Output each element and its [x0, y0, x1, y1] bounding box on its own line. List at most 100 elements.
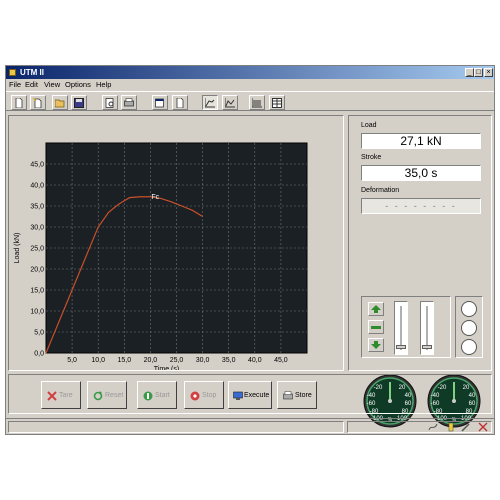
y-tick-label: 0,0 — [34, 351, 44, 358]
maximize-button[interactable]: □ — [474, 68, 483, 77]
folder-open-icon — [55, 99, 65, 108]
slider-track — [426, 306, 428, 350]
close-button[interactable]: × — [484, 68, 493, 77]
x-icon — [47, 391, 57, 401]
stop-label: Stop — [202, 392, 217, 399]
y-tick-label: 25,0 — [30, 246, 44, 253]
chart-panel: 5,0 10,0 15,0 20,0 25,0 30,0 35,0 40,0 45,0 0,0 5,… — [8, 115, 344, 371]
x-tick-label: 10,0 — [91, 357, 105, 364]
toolbar — [6, 91, 494, 111]
open-button[interactable] — [52, 95, 68, 110]
command-bar: Tare Reset Start Stop Execute Store — [8, 374, 492, 414]
save-button[interactable] — [71, 95, 87, 110]
graph-icon — [205, 98, 215, 108]
indicator-lamps — [455, 296, 483, 358]
start-button[interactable]: Start — [137, 381, 177, 409]
move-down-button[interactable] — [368, 338, 384, 352]
print-preview-icon — [105, 98, 114, 108]
execute-button[interactable]: Execute — [228, 381, 272, 409]
settings-button[interactable] — [152, 95, 168, 110]
deformation-label: Deformation — [361, 187, 400, 194]
stroke-display: 35,0 s — [361, 165, 481, 181]
graph-icon — [225, 98, 235, 108]
status-bar — [6, 418, 494, 434]
y-tick-label: 40,0 — [30, 183, 44, 190]
title-bar: UTM II _ □ × — [6, 66, 494, 79]
new-file-button[interactable] — [11, 95, 27, 110]
x-tick-label: 20,0 — [144, 357, 158, 364]
connection-icon — [428, 423, 438, 431]
store-label: Store — [295, 392, 312, 399]
print-button[interactable] — [121, 95, 137, 110]
new-document-icon — [33, 98, 42, 108]
slider-thumb[interactable] — [396, 345, 406, 349]
arrow-up-icon — [371, 305, 381, 313]
x-tick-label: 25,0 — [170, 357, 184, 364]
menu-edit[interactable]: Edit — [25, 80, 38, 89]
y-tick-label: 15,0 — [30, 288, 44, 295]
menu-options[interactable]: Options — [65, 80, 91, 89]
stroke-label: Stroke — [361, 154, 382, 161]
slider-thumb[interactable] — [422, 345, 432, 349]
x-tick-label: 35,0 — [222, 357, 236, 364]
report-button[interactable] — [172, 95, 188, 110]
slider-track — [400, 306, 402, 350]
graph-view-2-button[interactable] — [222, 95, 238, 110]
y-tick-label: 35,0 — [30, 204, 44, 211]
stop-icon — [190, 391, 200, 401]
window-title: UTM II — [20, 68, 44, 77]
new-file-icon — [15, 98, 23, 108]
app-icon — [9, 69, 16, 76]
stop-button[interactable]: Stop — [184, 381, 224, 409]
start-label: Start — [155, 392, 170, 399]
speed-slider-2[interactable] — [420, 301, 434, 355]
print-preview-button[interactable] — [102, 95, 118, 110]
execute-label: Execute — [244, 392, 270, 399]
load-display: 27,1 kN — [361, 133, 481, 149]
menu-view[interactable]: View — [44, 80, 60, 89]
graph-view-4-button[interactable] — [269, 95, 285, 110]
tools-icon — [478, 422, 488, 432]
tare-button[interactable]: Tare — [41, 381, 81, 409]
speed-slider-1[interactable] — [394, 301, 408, 355]
menu-file[interactable]: File — [9, 80, 21, 89]
status-cell-main — [8, 421, 344, 433]
graph-view-3-button[interactable] — [249, 95, 265, 110]
floppy-disk-icon — [74, 98, 84, 108]
minimize-button[interactable]: _ — [465, 68, 474, 77]
x-tick-label: 5,0 — [67, 357, 77, 364]
printer-icon — [124, 98, 134, 107]
arrow-down-icon — [371, 341, 381, 349]
x-axis-label: Time (s) — [154, 366, 179, 370]
tare-label: Tare — [59, 392, 73, 399]
table-icon — [272, 98, 282, 108]
menu-bar: File Edit View Options Help — [6, 79, 494, 90]
x-tick-label: 30,0 — [196, 357, 210, 364]
crosshead-controls — [361, 296, 451, 358]
peak-annotation: Fc — [151, 194, 159, 201]
y-tick-label: 30,0 — [30, 225, 44, 232]
x-tick-label: 45,0 — [274, 357, 288, 364]
app-window: UTM II _ □ × File Edit View Options Help — [5, 65, 495, 435]
graph-icon — [252, 98, 262, 108]
load-label: Load — [361, 122, 377, 129]
y-tick-label: 20,0 — [30, 267, 44, 274]
document-icon — [176, 98, 184, 108]
indicator-lamp-1 — [461, 301, 477, 317]
move-up-button[interactable] — [368, 302, 384, 316]
new-test-button[interactable] — [30, 95, 46, 110]
reset-label: Reset — [105, 392, 124, 399]
y-tick-label: 5,0 — [34, 330, 44, 337]
graph-view-1-button[interactable] — [202, 95, 218, 110]
monitor-icon — [233, 391, 243, 400]
store-button[interactable]: Store — [277, 381, 317, 409]
deformation-display: - - - - - - - - — [361, 198, 481, 214]
minus-icon — [371, 326, 381, 329]
printer-icon — [283, 391, 293, 400]
menu-help[interactable]: Help — [96, 80, 111, 89]
pen-icon — [461, 423, 470, 432]
stop-motion-button[interactable] — [368, 320, 384, 334]
indicator-lamp-3 — [461, 339, 477, 355]
x-tick-label: 15,0 — [117, 357, 131, 364]
reset-button[interactable]: Reset — [87, 381, 127, 409]
